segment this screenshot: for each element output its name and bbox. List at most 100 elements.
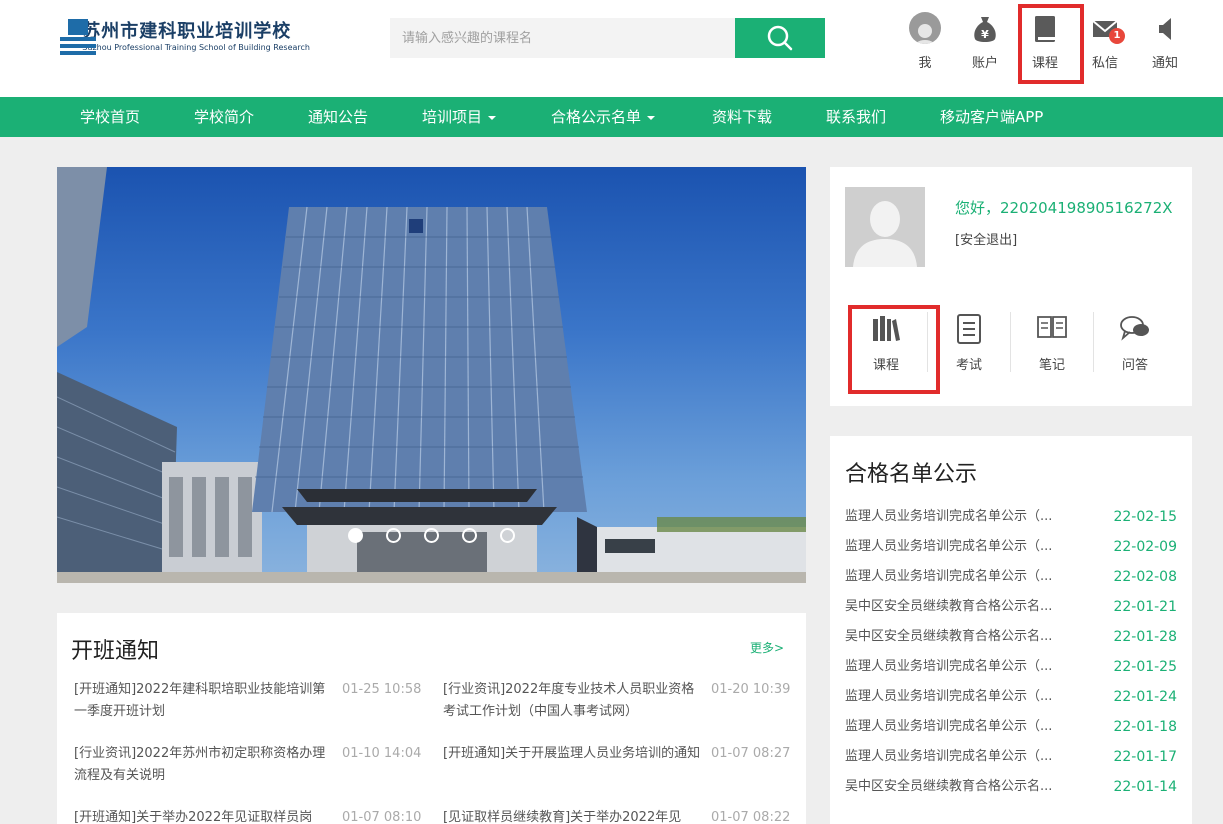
logout-link[interactable]: [安全退出] [955,229,1017,248]
qualified-list-panel: 合格名单公示 监理人员业务培训完成名单公示（... 22-02-15 监理人员业务… [830,436,1192,824]
news-date: 01-20 10:39 [711,682,791,697]
nav-item-qualified-list[interactable]: 合格公示名单 [551,97,656,137]
user-silhouette-icon [853,201,917,267]
svg-text:¥: ¥ [981,28,989,41]
news-title[interactable]: [开班通知]关于举办2022年见证取样员岗 [74,807,332,824]
search-button[interactable] [735,18,825,58]
nav-item-label: 合格公示名单 [551,108,642,126]
list-item-title[interactable]: 吴中区安全员继续教育合格公示名... [845,775,1075,799]
top-item-messages[interactable]: 1 私信 [1075,8,1135,84]
list-item-date: 22-01-14 [1113,779,1177,795]
list-item-date: 22-01-21 [1113,599,1177,615]
logo-title: 苏州市建科职业培训学校 [82,21,292,42]
caret-down-icon [647,115,656,120]
list-item-date: 22-01-25 [1113,659,1177,675]
news-title[interactable]: [见证取样员继续教育]关于举办2022年见 [443,807,701,824]
carousel-dot-4[interactable] [462,528,478,543]
top-item-label: 账户 [971,56,998,71]
more-link[interactable]: 更多> [750,639,784,656]
highlight-box-header-course [1018,4,1084,84]
news-date: 01-07 08:27 [711,746,791,761]
list-item-title[interactable]: 监理人员业务培训完成名单公示（... [845,535,1075,559]
nav-item-contact[interactable]: 联系我们 [826,97,886,137]
list-item-title[interactable]: 监理人员业务培训完成名单公示（... [845,685,1075,709]
unread-badge: 1 [1109,28,1125,44]
list-item: 监理人员业务培训完成名单公示（... 22-01-18 [845,715,1177,739]
profile-item-notes[interactable]: 笔记 [1011,307,1093,377]
list-item: 吴中区安全员继续教育合格公示名... 22-01-28 [845,625,1177,649]
list-item: 监理人员业务培训完成名单公示（... 22-01-25 [845,655,1177,679]
section-title: 开班通知 [71,639,160,664]
news-date: 01-25 10:58 [342,682,422,697]
list-item-date: 22-02-09 [1113,539,1177,555]
list-item: 吴中区安全员继续教育合格公示名... 22-01-21 [845,595,1177,619]
school-logo[interactable]: 苏州市建科职业培训学校 Suzhou Professional Training… [60,17,310,57]
logo-mark-icon [60,19,96,55]
nav-item-about[interactable]: 学校简介 [194,97,254,137]
list-item-title[interactable]: 吴中区安全员继续教育合格公示名... [845,625,1075,649]
list-item-title[interactable]: 监理人员业务培训完成名单公示（... [845,565,1075,589]
highlight-box-profile-course [848,305,940,394]
main-nav: 学校首页 学校简介 通知公告 培训项目 合格公示名单 资料下载 联系我们 移动客… [0,97,1223,137]
nav-item-downloads[interactable]: 资料下载 [712,97,772,137]
list-item-title[interactable]: 监理人员业务培训完成名单公示（... [845,745,1075,769]
profile-item-label: 考试 [955,358,982,373]
list-item-date: 22-02-08 [1113,569,1177,585]
hero-carousel[interactable] [57,167,806,583]
news-title[interactable]: [行业资讯]2022年度专业技术人员职业资格考试工作计划（中国人事考试网） [443,679,701,723]
nav-item-app[interactable]: 移动客户端APP [940,97,1043,137]
list-item-date: 22-01-28 [1113,629,1177,645]
user-profile-card: 您好，22020419890516272X [安全退出] 课程 考试 笔记 问答 [830,167,1192,406]
profile-item-exams[interactable]: 考试 [928,307,1010,377]
profile-item-label: 问答 [1121,358,1148,373]
nav-item-notices[interactable]: 通知公告 [308,97,368,137]
building-photo [57,167,806,583]
list-item-title[interactable]: 监理人员业务培训完成名单公示（... [845,505,1075,529]
news-title[interactable]: [行业资讯]2022年苏州市初定职称资格办理流程及有关说明 [74,743,332,787]
list-item: 监理人员业务培训完成名单公示（... 22-02-08 [845,565,1177,589]
exam-paper-icon [957,314,981,344]
list-item-title[interactable]: 吴中区安全员继续教育合格公示名... [845,595,1075,619]
list-item: 监理人员业务培训完成名单公示（... 22-02-09 [845,535,1177,559]
news-date: 01-10 14:04 [342,746,422,761]
class-notice-panel: 开班通知 更多> [开班通知]2022年建科职培职业技能培训第一季度开班计划 0… [57,613,806,824]
top-item-me[interactable]: 我 [895,8,955,84]
carousel-dot-5[interactable] [500,528,516,543]
top-item-notifications[interactable]: 通知 [1135,8,1195,84]
money-bag-icon: ¥ [974,17,996,42]
chat-bubbles-icon [1120,316,1149,341]
list-item-date: 22-02-15 [1113,509,1177,525]
carousel-dot-2[interactable] [385,528,401,543]
profile-item-label: 笔记 [1038,358,1065,373]
news-date: 01-07 08:10 [342,810,422,824]
profile-item-qa[interactable]: 问答 [1094,307,1176,377]
caret-down-icon [488,115,497,120]
top-item-account[interactable]: ¥ 账户 [955,8,1015,84]
nav-item-home[interactable]: 学校首页 [80,97,140,137]
open-book-icon [1037,316,1067,338]
carousel-dots [57,528,806,547]
carousel-dot-1[interactable] [347,528,363,543]
nav-item-training[interactable]: 培训项目 [422,97,497,137]
list-item-title[interactable]: 监理人员业务培训完成名单公示（... [845,655,1075,679]
list-item-date: 22-01-17 [1113,749,1177,765]
news-title[interactable]: [开班通知]2022年建科职培职业技能培训第一季度开班计划 [74,679,332,723]
site-header: 苏州市建科职业培训学校 Suzhou Professional Training… [0,0,1223,97]
user-avatar-icon [909,12,941,44]
search-input[interactable] [390,18,735,58]
speaker-icon [1159,18,1171,40]
search-bar [390,18,825,58]
greeting-text: 您好，22020419890516272X [955,199,1173,217]
news-title[interactable]: [开班通知]关于开展监理人员业务培训的通知 [443,743,701,765]
section-title: 合格名单公示 [845,462,978,487]
news-date: 01-07 08:22 [711,810,791,824]
profile-avatar [845,187,925,267]
carousel-dot-3[interactable] [424,528,439,543]
search-icon [767,25,793,51]
list-item-date: 22-01-18 [1113,719,1177,735]
list-item: 监理人员业务培训完成名单公示（... 22-01-24 [845,685,1177,709]
list-item-title[interactable]: 监理人员业务培训完成名单公示（... [845,715,1075,739]
list-item: 吴中区安全员继续教育合格公示名... 22-01-14 [845,775,1177,799]
nav-item-label: 培训项目 [422,108,483,126]
top-item-label: 我 [918,56,932,71]
